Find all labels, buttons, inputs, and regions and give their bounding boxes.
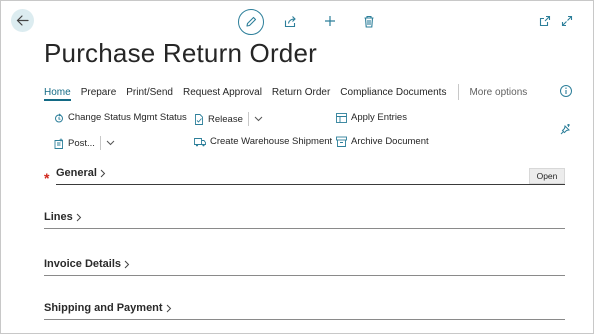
chevron-right-icon	[100, 169, 106, 177]
change-status-button[interactable]: Change Status Mgmt Status	[54, 112, 187, 123]
share-icon	[284, 15, 296, 27]
shipping-payment-section-header[interactable]: Shipping and Payment	[44, 302, 172, 314]
general-section-label: General	[56, 167, 97, 179]
delete-button[interactable]	[358, 10, 380, 32]
release-label: Release	[208, 113, 243, 125]
lines-section-label: Lines	[44, 211, 73, 223]
tab-request-approval[interactable]: Request Approval	[183, 87, 262, 98]
required-marker: *	[44, 170, 50, 186]
archive-document-button[interactable]: Archive Document	[336, 136, 429, 147]
tab-compliance-documents[interactable]: Compliance Documents	[340, 87, 446, 98]
tab-prepare[interactable]: Prepare	[81, 87, 117, 98]
release-document-icon	[195, 113, 203, 125]
personalize-icon[interactable]	[559, 124, 571, 136]
expand-icon	[561, 15, 573, 27]
plus-icon	[325, 16, 335, 26]
new-button[interactable]	[319, 10, 341, 32]
back-button[interactable]	[11, 9, 34, 32]
trash-icon	[364, 15, 374, 28]
status-refresh-icon	[55, 112, 63, 122]
release-separator	[247, 112, 249, 126]
invoice-details-section: Invoice Details	[44, 258, 565, 276]
edit-button[interactable]	[238, 9, 264, 35]
chevron-right-icon	[124, 260, 130, 268]
back-arrow-icon	[16, 15, 29, 26]
post-document-icon	[54, 138, 63, 149]
action-separator	[458, 84, 460, 100]
create-warehouse-shipment-label: Create Warehouse Shipment	[210, 136, 333, 147]
action-bar: Home Prepare Print/Send Request Approval…	[44, 83, 537, 101]
create-warehouse-shipment-button[interactable]: Create Warehouse Shipment	[194, 136, 332, 147]
more-options-button[interactable]: More options	[469, 87, 527, 98]
chevron-down-icon[interactable]	[254, 116, 263, 122]
apply-entries-label: Apply Entries	[351, 112, 407, 123]
open-button[interactable]: Open	[529, 168, 565, 184]
post-button[interactable]: Post...	[54, 136, 119, 150]
post-separator	[99, 136, 101, 150]
expand-button[interactable]	[556, 10, 578, 32]
page-title: Purchase Return Order	[44, 38, 317, 68]
tab-print-send[interactable]: Print/Send	[126, 87, 173, 98]
change-status-label: Change Status Mgmt Status	[68, 112, 187, 123]
open-new-window-icon	[539, 15, 551, 27]
general-section: General	[56, 167, 565, 185]
info-icon[interactable]	[559, 84, 573, 98]
chevron-right-icon	[76, 213, 81, 221]
archive-document-label: Archive Document	[351, 136, 429, 147]
lines-section: Lines	[44, 211, 565, 229]
share-button[interactable]	[279, 10, 301, 32]
invoice-details-section-label: Invoice Details	[44, 258, 122, 270]
apply-entries-icon	[336, 112, 347, 123]
lines-section-header[interactable]: Lines	[44, 211, 82, 223]
release-button[interactable]: Release	[194, 112, 267, 126]
truck-icon	[194, 137, 206, 146]
chevron-right-icon	[166, 304, 171, 312]
apply-entries-button[interactable]: Apply Entries	[336, 112, 407, 123]
invoice-details-section-header[interactable]: Invoice Details	[44, 258, 130, 270]
general-section-header[interactable]: General	[56, 167, 106, 179]
shipping-payment-section: Shipping and Payment	[44, 302, 565, 320]
open-new-window-button[interactable]	[534, 10, 556, 32]
edit-pencil-icon	[246, 16, 257, 27]
archive-icon	[336, 136, 347, 147]
page-frame: Purchase Return Order Home Prepare Print…	[0, 0, 594, 334]
post-label: Post...	[68, 137, 95, 149]
shipping-payment-section-label: Shipping and Payment	[44, 302, 163, 314]
tab-home[interactable]: Home	[44, 87, 71, 101]
tab-return-order[interactable]: Return Order	[272, 87, 330, 98]
chevron-down-icon[interactable]	[106, 140, 115, 146]
